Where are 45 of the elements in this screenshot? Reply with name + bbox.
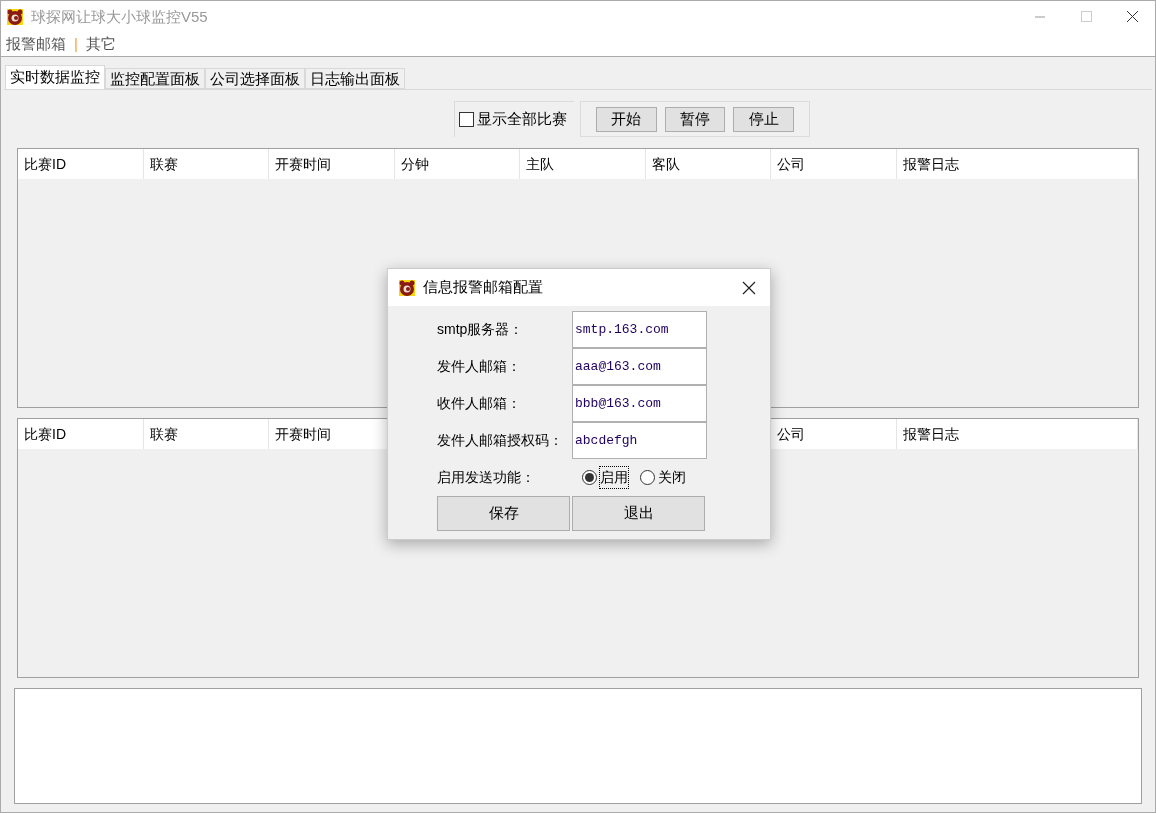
field-label: 发件人邮箱授权码： bbox=[437, 431, 564, 450]
field-label: 启用发送功能： bbox=[437, 467, 536, 487]
show-all-checkbox[interactable] bbox=[459, 112, 474, 127]
menu-separator: | bbox=[74, 34, 78, 55]
tab[interactable]: 公司选择面板 bbox=[205, 68, 305, 89]
column-header[interactable]: 联赛 bbox=[149, 423, 178, 445]
toolbar-button[interactable]: 暂停 bbox=[664, 106, 726, 132]
column-header[interactable]: 联赛 bbox=[149, 153, 178, 175]
dialog-button[interactable]: 退出 bbox=[572, 496, 705, 531]
toolbar-button[interactable]: 开始 bbox=[596, 106, 657, 132]
column-header[interactable]: 公司 bbox=[777, 423, 805, 445]
field-label: 发件人邮箱： bbox=[437, 357, 522, 376]
bear-logo-icon bbox=[7, 9, 23, 25]
column-header[interactable]: 公司 bbox=[777, 153, 805, 175]
column-header[interactable]: 报警日志 bbox=[902, 423, 959, 445]
column-header[interactable]: 开赛时间 bbox=[275, 153, 331, 175]
tab[interactable]: 日志输出面板 bbox=[305, 68, 405, 89]
column-header[interactable]: 客队 bbox=[651, 153, 680, 175]
tab[interactable]: 实时数据监控 bbox=[5, 65, 105, 89]
tab[interactable]: 监控配置面板 bbox=[105, 68, 205, 89]
column-header[interactable]: 比赛ID bbox=[24, 423, 66, 445]
window-title: 球探网让球大小球监控V55 bbox=[31, 6, 208, 27]
column-header[interactable]: 主队 bbox=[526, 153, 554, 175]
dialog-title: 信息报警邮箱配置 bbox=[423, 277, 543, 298]
text-field[interactable]: aaa@163.com bbox=[572, 348, 707, 385]
radio-button[interactable] bbox=[582, 469, 597, 485]
text-field[interactable]: smtp.163.com bbox=[572, 311, 707, 348]
radio-label: 启用 bbox=[600, 466, 628, 488]
bear-logo-icon bbox=[399, 279, 415, 296]
radio-label: 关闭 bbox=[658, 467, 686, 487]
field-label: smtp服务器： bbox=[437, 320, 525, 339]
field-label: 收件人邮箱： bbox=[437, 394, 522, 413]
column-header[interactable]: 比赛ID bbox=[24, 153, 66, 175]
column-header[interactable]: 分钟 bbox=[400, 153, 429, 175]
column-header[interactable]: 报警日志 bbox=[902, 153, 959, 175]
close-icon[interactable] bbox=[742, 280, 756, 295]
dialog-button[interactable]: 保存 bbox=[437, 496, 570, 531]
toolbar-button[interactable]: 停止 bbox=[733, 106, 794, 132]
text-field[interactable]: bbb@163.com bbox=[572, 385, 707, 422]
radio-button[interactable] bbox=[640, 469, 655, 485]
column-header[interactable]: 开赛时间 bbox=[275, 423, 331, 445]
menu-item[interactable]: 其它 bbox=[85, 33, 116, 56]
text-field[interactable]: abcdefgh bbox=[572, 422, 707, 459]
menu-item[interactable]: 报警邮箱 bbox=[6, 33, 66, 56]
checkbox-label: 显示全部比赛 bbox=[477, 109, 567, 130]
